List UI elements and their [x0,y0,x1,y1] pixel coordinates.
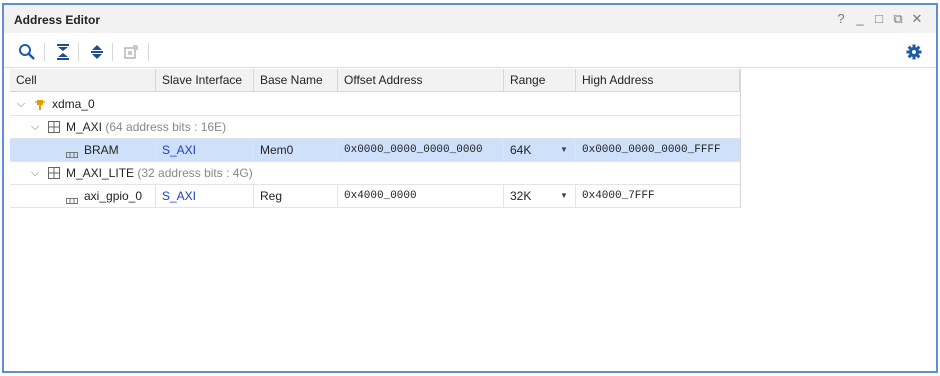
chevron-down-icon[interactable]: ⌵ [16,93,26,115]
column-header-offset-address[interactable]: Offset Address [338,69,504,91]
toolbar-separator [78,43,79,61]
title-bar: Address Editor ? _ □ ⧉ ✕ [4,5,936,33]
group-note: (64 address bits : 16E) [105,120,227,134]
column-header-range[interactable]: Range [504,69,576,91]
column-header-slave-interface[interactable]: Slave Interface [156,69,254,91]
ip-core-icon [34,98,46,113]
minimize-icon[interactable]: _ [853,12,867,26]
close-icon[interactable]: ✕ [910,12,924,26]
table-header: Cell Slave Interface Base Name Offset Ad… [10,69,740,92]
help-icon[interactable]: ? [834,12,848,26]
group-note: (32 address bits : 4G) [137,166,253,180]
chevron-down-icon[interactable]: ⌵ [30,116,40,138]
search-icon[interactable] [18,43,36,61]
group-name: M_AXI_LITE [66,166,135,180]
high-address: 0x4000_7FFF [582,190,655,202]
address-space-icon [48,167,60,182]
range-value: 32K [510,189,532,203]
table-row-bram[interactable]: BRAM S_AXI Mem0 0x0000_0000_0000_0000 64… [10,139,740,162]
maximize-icon[interactable]: □ [872,12,886,26]
offset-address[interactable]: 0x4000_0000 [338,185,504,207]
window-title: Address Editor [14,13,101,27]
toolbar-separator [112,43,113,61]
dropdown-arrow-icon[interactable]: ▼ [560,185,568,207]
column-divider [10,139,156,161]
column-header-cell[interactable]: Cell [10,69,156,91]
offset-address[interactable]: 0x0000_0000_0000_0000 [338,139,504,161]
gear-icon[interactable] [905,43,923,61]
dropdown-arrow-icon[interactable]: ▼ [560,139,568,161]
slave-interface[interactable]: S_AXI [156,185,254,207]
tree-row-group-m-axi-lite[interactable]: ⌵ M_AXI_LITE (32 address bits : 4G) [10,162,740,185]
table-right-border [740,69,741,208]
tree-root-label: xdma_0 [52,97,95,111]
expand-all-icon[interactable] [88,43,106,61]
group-label-m-axi: M_AXI (64 address bits : 16E) [60,116,226,138]
toolbar [4,35,936,68]
auto-assign-icon[interactable] [122,43,140,61]
collapse-all-icon[interactable] [54,43,72,61]
column-header-high-address[interactable]: High Address [576,69,740,91]
base-name: Reg [254,185,338,207]
table-row-axi-gpio-0[interactable]: axi_gpio_0 S_AXI Reg 0x4000_0000 32K ▼ 0… [10,185,740,208]
toolbar-separator [44,43,45,61]
group-name: M_AXI [66,120,103,134]
slave-interface[interactable]: S_AXI [156,139,254,161]
high-address: 0x0000_0000_0000_FFFF [582,144,721,156]
chevron-down-icon[interactable]: ⌵ [30,162,40,184]
range-value: 64K [510,143,532,157]
address-editor-window: Address Editor ? _ □ ⧉ ✕ Cell Slave Inte… [2,3,938,373]
column-divider [10,185,156,207]
tree-row-group-m-axi[interactable]: ⌵ M_AXI (64 address bits : 16E) [10,116,740,139]
toolbar-separator [148,43,149,61]
column-header-base-name[interactable]: Base Name [254,69,338,91]
restore-icon[interactable]: ⧉ [891,12,905,26]
address-space-icon [48,121,60,136]
group-label-m-axi-lite: M_AXI_LITE (32 address bits : 4G) [60,162,253,184]
base-name: Mem0 [254,139,338,161]
tree-row-root[interactable]: ⌵ xdma_0 [10,93,740,116]
